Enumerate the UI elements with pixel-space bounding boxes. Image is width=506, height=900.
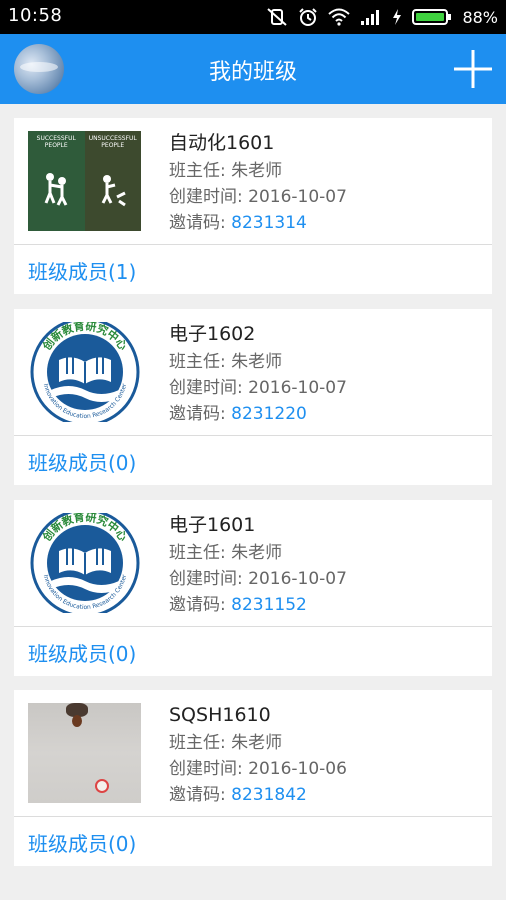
invite-code[interactable]: 8231152 xyxy=(231,595,307,615)
invite-row: 邀请码: 8231314 xyxy=(169,210,347,236)
status-icons: 88% xyxy=(266,5,498,29)
battery-percentage: 88% xyxy=(462,7,498,27)
teacher-label: 班主任: xyxy=(169,733,232,753)
teacher-row: 班主任: 朱老师 xyxy=(169,349,347,375)
poster-right: UNSUCCESSFUL PEOPLE xyxy=(84,131,141,231)
created-value: 2016-10-06 xyxy=(248,759,347,779)
class-name: 电子1601 xyxy=(169,514,256,536)
class-info-area[interactable]: SQSH1610 班主任: 朱老师 创建时间: 2016-10-06 邀请码: … xyxy=(14,690,492,816)
class-card[interactable]: 创新教育研究中心 Innovation Education Research C… xyxy=(14,500,492,676)
poster-right-title: UNSUCCESSFUL PEOPLE xyxy=(88,135,137,149)
created-row: 创建时间: 2016-10-07 xyxy=(169,375,347,401)
invite-label: 邀请码: xyxy=(169,213,232,233)
charging-icon xyxy=(393,9,402,25)
created-value: 2016-10-07 xyxy=(248,569,347,589)
alarm-icon xyxy=(299,8,318,26)
page-title: 我的班级 xyxy=(208,60,297,85)
class-card[interactable]: 创新教育研究中心 Innovation Education Research C… xyxy=(14,309,492,485)
class-info-area[interactable]: SUCCESSFUL PEOPLE UNSUCCESSFUL PEOPLE 自动… xyxy=(14,118,492,244)
class-thumbnail: SUCCESSFUL PEOPLE UNSUCCESSFUL PEOPLE xyxy=(28,131,141,231)
app-bar: 我的班级 xyxy=(0,34,506,104)
teacher-value: 朱老师 xyxy=(231,543,283,563)
climbing-figures-icon xyxy=(44,173,68,206)
class-info: 电子1601 班主任: 朱老师 创建时间: 2016-10-07 邀请码: 82… xyxy=(169,510,347,618)
class-card[interactable]: SUCCESSFUL PEOPLE UNSUCCESSFUL PEOPLE 自动… xyxy=(14,118,492,294)
invite-code[interactable]: 8231314 xyxy=(231,213,307,233)
add-class-button[interactable] xyxy=(452,48,494,90)
class-info: 自动化1601 班主任: 朱老师 创建时间: 2016-10-07 邀请码: 8… xyxy=(169,128,347,236)
class-thumbnail: 创新教育研究中心 Innovation Education Research C… xyxy=(28,322,141,422)
status-time: 10:58 xyxy=(8,5,63,26)
innovation-center-logo-icon: 创新教育研究中心 Innovation Education Research C… xyxy=(29,322,141,422)
teacher-label: 班主任: xyxy=(169,352,232,372)
poster-left: SUCCESSFUL PEOPLE xyxy=(28,131,85,231)
created-label: 创建时间: xyxy=(169,759,249,779)
class-info-area[interactable]: 创新教育研究中心 Innovation Education Research C… xyxy=(14,500,492,626)
teacher-row: 班主任: 朱老师 xyxy=(169,158,347,184)
divider xyxy=(14,816,492,817)
invite-row: 邀请码: 8231220 xyxy=(169,401,347,427)
invite-label: 邀请码: xyxy=(169,404,232,424)
invite-row: 邀请码: 8231152 xyxy=(169,592,347,618)
created-row: 创建时间: 2016-10-07 xyxy=(169,184,347,210)
teacher-value: 朱老师 xyxy=(231,733,283,753)
created-value: 2016-10-07 xyxy=(248,378,347,398)
class-info: 电子1602 班主任: 朱老师 创建时间: 2016-10-07 邀请码: 82… xyxy=(169,319,347,427)
signal-icon xyxy=(361,10,380,25)
class-card[interactable]: SQSH1610 班主任: 朱老师 创建时间: 2016-10-06 邀请码: … xyxy=(14,690,492,866)
class-thumbnail xyxy=(28,703,141,803)
divider xyxy=(14,626,492,627)
vibrate-off-icon xyxy=(267,8,288,26)
created-row: 创建时间: 2016-10-06 xyxy=(169,756,347,782)
photo-object xyxy=(95,779,109,793)
innovation-center-logo-icon: 创新教育研究中心 Innovation Education Research C… xyxy=(29,513,141,613)
created-row: 创建时间: 2016-10-07 xyxy=(169,566,347,592)
class-members-link[interactable]: 班级成员(0) xyxy=(28,638,136,667)
status-bar: 10:58 88% xyxy=(0,0,506,34)
class-info-area[interactable]: 创新教育研究中心 Innovation Education Research C… xyxy=(14,309,492,435)
class-thumbnail: 创新教育研究中心 Innovation Education Research C… xyxy=(28,513,141,613)
class-members-link[interactable]: 班级成员(0) xyxy=(28,447,136,476)
class-name: SQSH1610 xyxy=(169,704,271,726)
teacher-value: 朱老师 xyxy=(231,352,283,372)
invite-code[interactable]: 8231220 xyxy=(231,404,307,424)
divider xyxy=(14,435,492,436)
created-label: 创建时间: xyxy=(169,569,249,589)
class-name: 自动化1601 xyxy=(169,132,275,154)
invite-row: 邀请码: 8231842 xyxy=(169,782,347,808)
created-label: 创建时间: xyxy=(169,187,249,207)
teacher-row: 班主任: 朱老师 xyxy=(169,730,347,756)
teacher-label: 班主任: xyxy=(169,161,232,181)
teacher-label: 班主任: xyxy=(169,543,232,563)
created-label: 创建时间: xyxy=(169,378,249,398)
falling-figures-icon xyxy=(101,175,126,207)
created-value: 2016-10-07 xyxy=(248,187,347,207)
teacher-value: 朱老师 xyxy=(231,161,283,181)
teacher-row: 班主任: 朱老师 xyxy=(169,540,347,566)
poster-left-title: SUCCESSFUL PEOPLE xyxy=(36,135,76,149)
invite-label: 邀请码: xyxy=(169,595,232,615)
wifi-icon xyxy=(328,8,351,26)
invite-code[interactable]: 8231842 xyxy=(231,785,307,805)
invite-label: 邀请码: xyxy=(169,785,232,805)
class-info: SQSH1610 班主任: 朱老师 创建时间: 2016-10-06 邀请码: … xyxy=(169,700,347,808)
divider xyxy=(14,244,492,245)
class-members-link[interactable]: 班级成员(0) xyxy=(28,828,136,857)
photo-object xyxy=(72,715,82,727)
class-members-link[interactable]: 班级成员(1) xyxy=(28,256,136,285)
battery-icon xyxy=(412,9,452,25)
class-name: 电子1602 xyxy=(169,323,256,345)
